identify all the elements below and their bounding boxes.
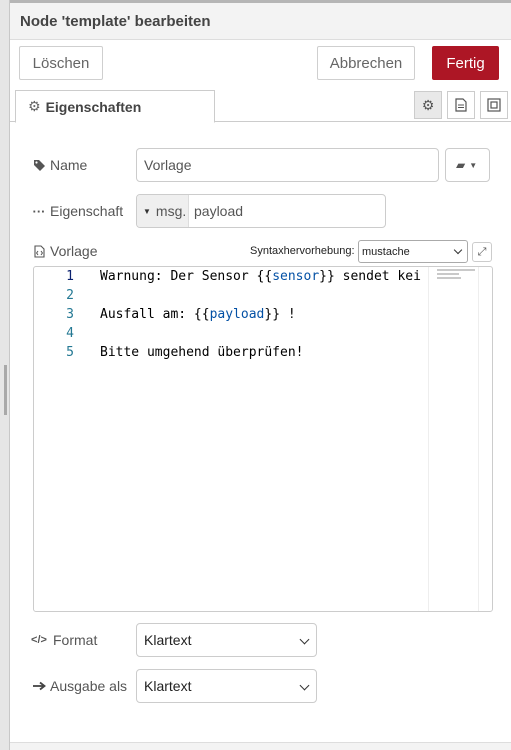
mustache-variable: payload [209,307,265,322]
template-label-text: Vorlage [50,243,98,259]
caret-down-icon: ▼ [469,160,478,170]
line-number: 4 [66,326,74,341]
minimap-line [437,277,461,279]
line-number: 5 [66,345,74,360]
chevron-down-icon [453,245,463,255]
chevron-down-icon [299,634,310,645]
line-number: 1 [66,269,74,284]
property-label: ··· Eigenschaft [32,201,124,221]
minimap-line [437,269,475,271]
gear-icon: ⚙ [28,98,41,114]
tab-properties-label: Eigenschaften [45,98,142,115]
file-code-icon [32,244,46,258]
canvas-edge [0,0,9,750]
format-label-text: Format [53,632,98,648]
cancel-button[interactable]: Abbrechen [317,46,415,80]
line-number: 3 [66,307,74,322]
tab-bar: ⚙ Eigenschaften ⚙ [10,88,511,123]
template-label: Vorlage [32,241,97,261]
expand-button[interactable]: ⤢ [472,242,492,262]
name-lookup-button[interactable]: ▰ ▼ [445,148,490,182]
arrow-right-icon [32,681,46,691]
editor-scrollbar[interactable] [478,267,492,611]
dialog-title: Node 'template' bearbeiten [20,13,211,30]
tag-icon [32,159,46,172]
scroll-indicator [4,365,7,415]
format-label: </> Format [31,630,98,650]
code-icon: </> [31,634,47,646]
template-editor[interactable]: 1 2 3 4 5 Warnung: Der Sensor {{sensor}}… [33,266,493,612]
edit-dialog: Node 'template' bearbeiten Löschen Abbre… [9,0,511,750]
done-button[interactable]: Fertig [432,46,499,80]
editor-minimap[interactable] [428,267,478,611]
document-icon [455,98,467,112]
gear-icon: ⚙ [421,96,435,113]
delete-button[interactable]: Löschen [19,46,103,80]
format-value: Klartext [144,632,192,648]
name-value: Vorlage [144,157,192,173]
description-tab-button[interactable] [447,91,475,119]
output-label-text: Ausgabe als [50,678,128,694]
appearance-tab-button[interactable] [480,91,508,119]
properties-tab-button[interactable]: ⚙ [414,91,442,119]
code-line: Warnung: Der Sensor {{sensor}} sendet ke… [100,269,421,284]
property-type-select[interactable]: ▼ msg. [137,195,189,227]
property-prefix: msg. [155,203,187,219]
syntax-value: mustache [362,245,410,258]
format-select[interactable]: Klartext [136,623,317,657]
frame-icon [487,98,501,112]
output-label: Ausgabe als [32,676,127,696]
book-icon: ▰ [456,158,466,172]
syntax-label: Syntaxhervorhebung: [250,245,355,257]
name-label-text: Name [50,157,88,173]
output-value: Klartext [144,678,192,694]
property-value: payload [194,203,244,219]
code-line: Bitte umgehend überprüfen! [100,345,304,360]
tab-properties[interactable]: ⚙ Eigenschaften [15,90,215,123]
dialog-titlebar: Node 'template' bearbeiten [10,0,511,40]
output-select[interactable]: Klartext [136,669,317,703]
line-number: 2 [66,288,74,303]
name-input[interactable]: Vorlage [136,148,439,182]
ellipsis-icon: ··· [32,203,46,219]
expand-icon: ⤢ [477,245,487,258]
code-line: Ausfall am: {{payload}} ! [100,307,296,322]
syntax-select[interactable]: mustache [358,240,468,263]
mustache-variable: sensor [272,269,320,284]
line-number-gutter: 1 2 3 4 5 [34,267,84,611]
caret-down-icon: ▼ [143,206,151,216]
property-input[interactable]: ▼ msg. payload [136,194,386,228]
minimap-line [437,273,459,275]
chevron-down-icon [299,680,310,691]
dialog-footer [10,742,511,750]
property-label-text: Eigenschaft [50,203,124,219]
name-label: Name [32,155,87,175]
